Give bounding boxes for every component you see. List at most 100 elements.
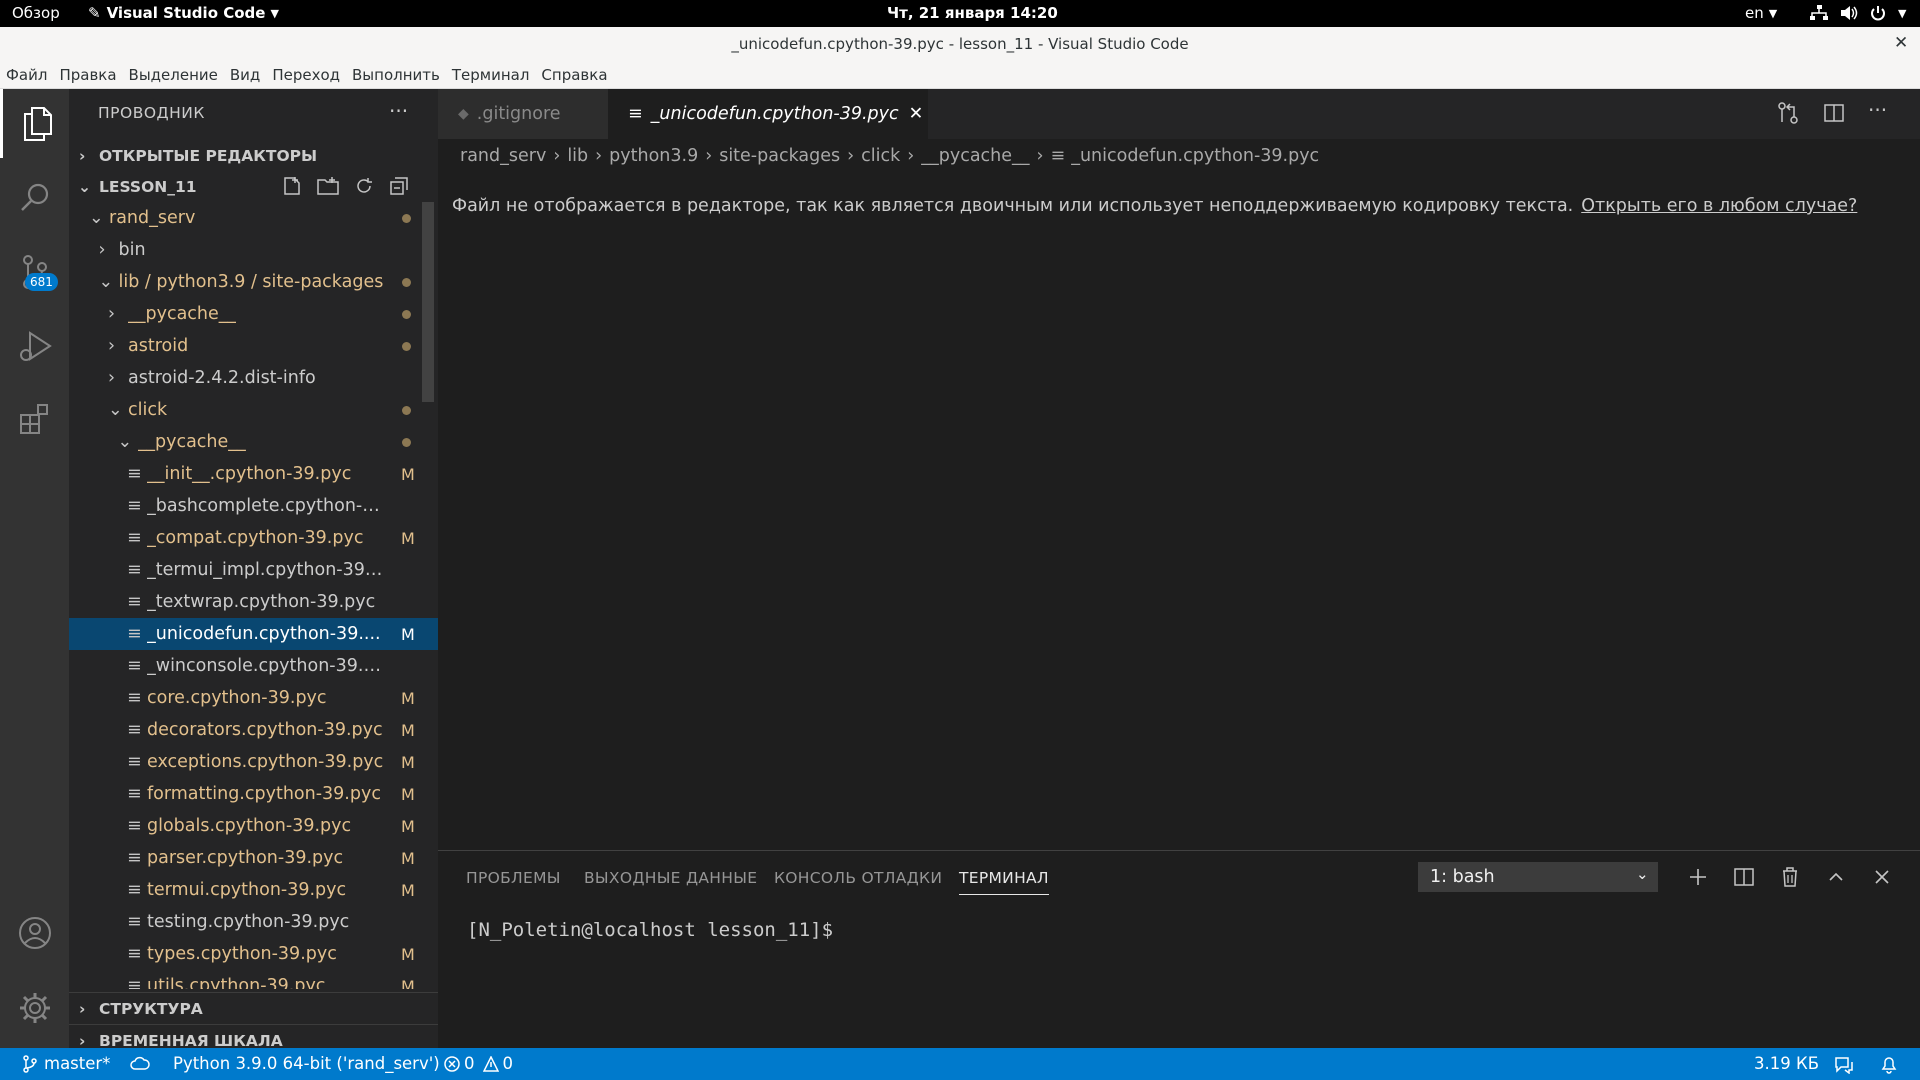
tab-output[interactable]: ВЫХОДНЫЕ ДАННЫЕ xyxy=(584,869,757,887)
tab-unicodefun[interactable]: ≡ _unicodefun.cpython-39.pyc ✕ xyxy=(608,89,928,139)
tree-folder[interactable]: ⌄ __pycache__ xyxy=(69,426,438,458)
tree-folder[interactable]: › astroid-2.4.2.dist-info xyxy=(69,362,438,394)
tree-item-label: lib / python3.9 / site-packages xyxy=(118,272,384,292)
tree-file[interactable]: ≡ utils.cpython-39.pyc M xyxy=(69,970,438,989)
split-terminal-icon[interactable] xyxy=(1732,865,1756,889)
menu-edit[interactable]: Правка xyxy=(53,66,122,84)
breadcrumb-item[interactable]: rand_serv xyxy=(460,146,546,166)
tab-gitignore[interactable]: ◆ .gitignore xyxy=(438,89,628,139)
tree-file[interactable]: ≡ termui.cpython-39.pyc M xyxy=(69,874,438,906)
menu-view[interactable]: Вид xyxy=(224,66,266,84)
tab-debug-console[interactable]: КОНСОЛЬ ОТЛАДКИ xyxy=(774,869,942,887)
tree-folder[interactable]: ⌄ lib / python3.9 / site-packages xyxy=(69,266,438,298)
source-control-activity[interactable]: 681 xyxy=(0,237,69,306)
outline-section[interactable]: › СТРУКТУРА xyxy=(69,992,438,1025)
menu-run[interactable]: Выполнить xyxy=(346,66,446,84)
tree-file[interactable]: ≡ types.cpython-39.pyc M xyxy=(69,938,438,970)
feedback-icon[interactable] xyxy=(1834,1056,1854,1074)
breadcrumb-item[interactable]: python3.9 xyxy=(609,146,698,166)
run-debug-activity[interactable] xyxy=(0,311,69,380)
accounts-activity[interactable] xyxy=(0,898,69,967)
problems-indicator[interactable]: 0 0 xyxy=(444,1054,513,1073)
refresh-icon[interactable] xyxy=(354,176,374,196)
menu-go[interactable]: Переход xyxy=(266,66,346,84)
breadcrumb-item[interactable]: _unicodefun.cpython-39.pyc xyxy=(1071,146,1319,166)
activities-button[interactable]: Обзор xyxy=(12,4,60,22)
close-panel-icon[interactable] xyxy=(1870,865,1894,889)
system-tray[interactable]: ▼ xyxy=(1810,5,1906,21)
window-close-button[interactable]: ✕ xyxy=(1894,33,1908,53)
terminal-select[interactable]: 1: bash ⌄ xyxy=(1418,862,1658,892)
new-file-icon[interactable] xyxy=(282,176,302,196)
tree-file[interactable]: ≡ _textwrap.cpython-39.pyc xyxy=(69,586,438,618)
new-terminal-icon[interactable] xyxy=(1686,865,1710,889)
app-menu[interactable]: ✎ Visual Studio Code ▼ xyxy=(88,4,279,22)
activity-bar: 681 xyxy=(0,89,69,1048)
language-indicator[interactable]: en ▼ xyxy=(1745,4,1777,22)
breadcrumb-item[interactable]: site-packages xyxy=(719,146,840,166)
breadcrumb-item[interactable]: click xyxy=(861,146,900,166)
extensions-activity[interactable] xyxy=(0,384,69,453)
close-icon[interactable]: ✕ xyxy=(909,104,924,124)
maximize-panel-icon[interactable] xyxy=(1824,865,1848,889)
explorer-more-button[interactable]: ··· xyxy=(389,99,408,123)
tree-folder[interactable]: › __pycache__ xyxy=(69,298,438,330)
trash-icon[interactable] xyxy=(1778,865,1802,889)
tree-folder[interactable]: › bin xyxy=(69,234,438,266)
menu-terminal[interactable]: Терминал xyxy=(446,66,536,84)
breadcrumb-item[interactable]: __pycache__ xyxy=(921,146,1029,166)
tree-file[interactable]: ≡ _termui_impl.cpython-39.pyc xyxy=(69,554,438,586)
workspace-section[interactable]: ⌄ LESSON_11 xyxy=(69,171,438,203)
tree-item-label: __pycache__ xyxy=(128,304,237,324)
tree-folder[interactable]: ⌄ rand_serv xyxy=(69,202,438,234)
modified-dot xyxy=(402,405,411,415)
open-changes-icon[interactable] xyxy=(1776,101,1800,125)
python-interpreter[interactable]: Python 3.9.0 64-bit ('rand_serv') xyxy=(173,1054,440,1073)
tree-file[interactable]: ≡ testing.cpython-39.pyc xyxy=(69,906,438,938)
split-editor-icon[interactable] xyxy=(1822,101,1846,125)
menu-selection[interactable]: Выделение xyxy=(123,66,224,84)
explorer-activity[interactable] xyxy=(0,89,72,158)
chevron-right-icon: › xyxy=(108,304,115,324)
tree-file[interactable]: ≡ globals.cpython-39.pyc M xyxy=(69,810,438,842)
open-editors-section[interactable]: › ОТКРЫТЫЕ РЕДАКТОРЫ xyxy=(69,140,438,172)
manage-activity[interactable] xyxy=(0,973,69,1042)
account-icon xyxy=(18,916,51,949)
tree-file[interactable]: ≡ _winconsole.cpython-39.pyc xyxy=(69,650,438,682)
tree-file[interactable]: ≡ decorators.cpython-39.pyc M xyxy=(69,714,438,746)
menu-file[interactable]: Файл xyxy=(0,66,53,84)
tree-file[interactable]: ≡ _unicodefun.cpython-39.... M xyxy=(69,618,438,650)
menu-help[interactable]: Справка xyxy=(535,66,613,84)
modified-badge: M xyxy=(401,944,415,964)
tab-problems[interactable]: ПРОБЛЕМЫ xyxy=(466,869,561,887)
explorer-sidebar: ПРОВОДНИК ··· › ОТКРЫТЫЕ РЕДАКТОРЫ ⌄ LES… xyxy=(69,89,438,1050)
modified-dot xyxy=(402,277,411,287)
tree-file[interactable]: ≡ __init__.cpython-39.pyc M xyxy=(69,458,438,490)
tree-folder[interactable]: › astroid xyxy=(69,330,438,362)
clock[interactable]: Чт, 21 января 14:20 xyxy=(887,4,1058,22)
collapse-all-icon[interactable] xyxy=(389,176,409,196)
terminal-output[interactable]: [N_Poletin@localhost lesson_11]$ xyxy=(467,919,833,941)
breadcrumb-item[interactable]: lib xyxy=(567,146,588,166)
sync-cloud-icon[interactable] xyxy=(130,1056,150,1072)
tree-file[interactable]: ≡ _compat.cpython-39.pyc M xyxy=(69,522,438,554)
tree-file[interactable]: ≡ formatting.cpython-39.pyc M xyxy=(69,778,438,810)
tree-file[interactable]: ≡ core.cpython-39.pyc M xyxy=(69,682,438,714)
tree-file[interactable]: ≡ exceptions.cpython-39.pyc M xyxy=(69,746,438,778)
tree-file[interactable]: ≡ parser.cpython-39.pyc M xyxy=(69,842,438,874)
chevron-right-icon: › xyxy=(553,146,561,166)
tab-terminal[interactable]: ТЕРМИНАЛ xyxy=(959,869,1049,895)
open-anyway-link[interactable]: Открыть его в любом случае? xyxy=(1581,196,1857,216)
new-folder-icon[interactable] xyxy=(317,176,339,196)
window-title-bar[interactable]: _unicodefun.cpython-39.pyc - lesson_11 -… xyxy=(0,27,1920,61)
branch-indicator[interactable]: master* xyxy=(22,1054,110,1073)
terminal-select-value: 1: bash xyxy=(1430,867,1495,887)
tree-folder[interactable]: ⌄ click xyxy=(69,394,438,426)
tree-scrollbar[interactable] xyxy=(422,202,434,402)
search-activity[interactable] xyxy=(0,162,69,231)
more-actions-button[interactable]: ··· xyxy=(1868,98,1887,122)
bell-icon[interactable] xyxy=(1880,1055,1898,1074)
tree-item-label: _unicodefun.cpython-39.... xyxy=(147,624,381,644)
file-size[interactable]: 3.19 КБ xyxy=(1754,1054,1819,1073)
tree-file[interactable]: ≡_bashcomplete.cpython-39.pyc xyxy=(69,490,438,522)
